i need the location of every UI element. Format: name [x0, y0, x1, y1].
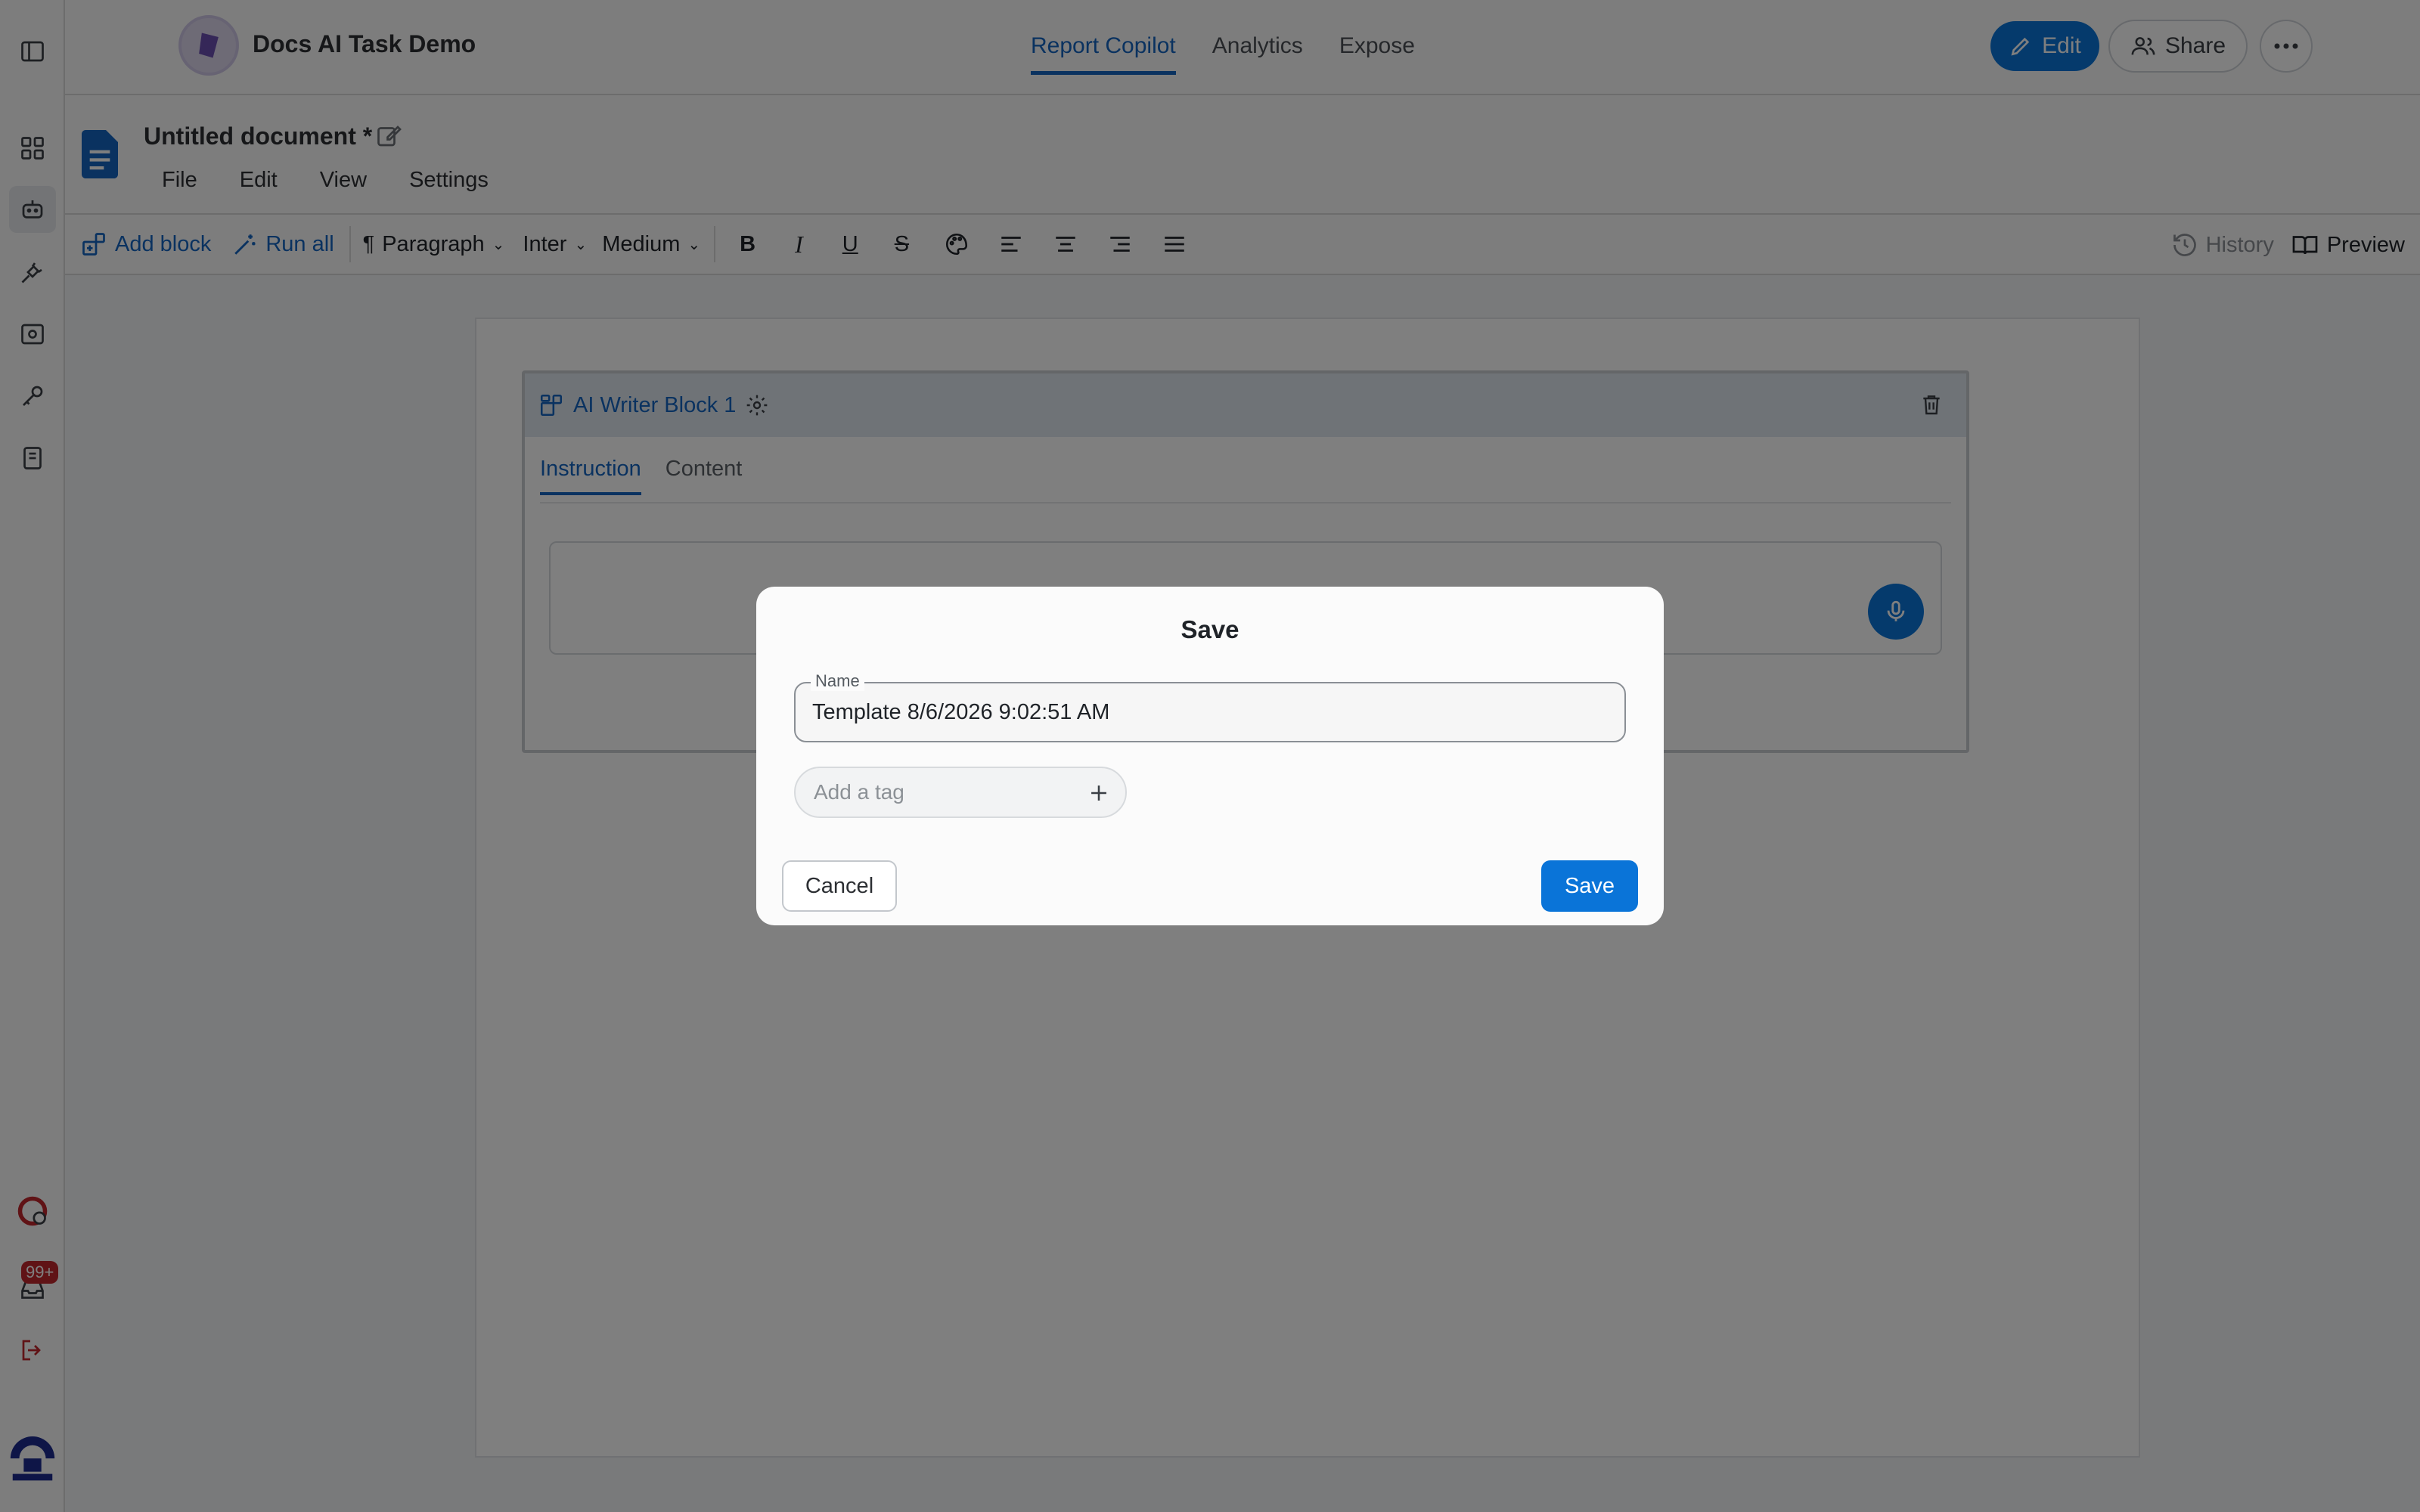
cancel-button[interactable]: Cancel: [782, 860, 897, 912]
name-field: Name: [794, 671, 1626, 742]
tag-input[interactable]: [814, 768, 1071, 816]
name-input[interactable]: [812, 683, 1606, 741]
tag-field: [794, 767, 1127, 818]
save-dialog: Save Name Cancel Save: [756, 587, 1664, 925]
dialog-title: Save: [1181, 615, 1239, 643]
plus-icon[interactable]: [1086, 780, 1112, 806]
save-button[interactable]: Save: [1541, 860, 1638, 912]
